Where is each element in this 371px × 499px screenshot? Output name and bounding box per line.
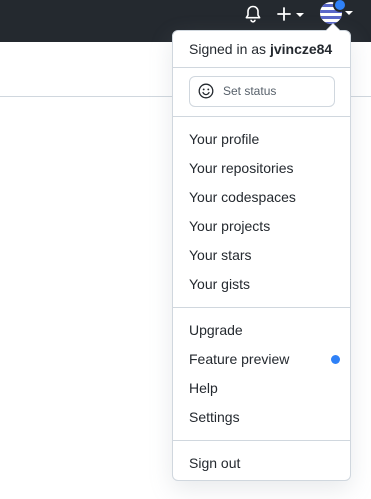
menu-item-label: Settings bbox=[189, 409, 240, 425]
sign-out-label: Sign out bbox=[189, 455, 241, 471]
menu-divider bbox=[173, 440, 350, 441]
username: jvincze84 bbox=[269, 41, 333, 57]
menu-divider bbox=[173, 307, 350, 308]
menu-divider bbox=[173, 67, 350, 68]
menu-item-label: Your stars bbox=[189, 247, 252, 263]
menu-item-label: Your profile bbox=[189, 131, 260, 147]
menu-item-label: Your codespaces bbox=[189, 189, 296, 205]
menu-item-your-repositories[interactable]: Your repositories bbox=[173, 154, 350, 183]
notifications-button[interactable] bbox=[242, 3, 264, 25]
bell-icon bbox=[245, 5, 261, 23]
sign-out-button[interactable]: Sign out bbox=[173, 449, 350, 478]
set-status-button[interactable]: Set status bbox=[189, 76, 335, 107]
menu-item-your-projects[interactable]: Your projects bbox=[173, 212, 350, 241]
menu-item-upgrade[interactable]: Upgrade bbox=[173, 316, 350, 345]
menu-item-settings[interactable]: Settings bbox=[173, 403, 350, 432]
menu-item-your-gists[interactable]: Your gists bbox=[173, 270, 350, 299]
menu-item-feature-preview[interactable]: Feature preview bbox=[173, 345, 350, 374]
menu-item-label: Help bbox=[189, 380, 218, 396]
signed-in-header: Signed in as jvincze84 bbox=[189, 40, 332, 58]
menu-item-label: Your gists bbox=[189, 276, 250, 292]
set-status-label: Set status bbox=[223, 84, 277, 98]
chevron-down-icon bbox=[345, 11, 353, 15]
menu-pointer-inner bbox=[326, 24, 340, 31]
smiley-icon bbox=[198, 83, 214, 99]
user-dropdown-menu: Signed in as jvincze84 Set status Your p… bbox=[172, 23, 351, 481]
menu-item-your-codespaces[interactable]: Your codespaces bbox=[173, 183, 350, 212]
menu-item-help[interactable]: Help bbox=[173, 374, 350, 403]
menu-item-label: Your projects bbox=[189, 218, 271, 234]
menu-item-label: Your repositories bbox=[189, 160, 294, 176]
plus-icon bbox=[277, 7, 291, 21]
new-feature-dot-icon bbox=[331, 355, 340, 364]
menu-item-your-stars[interactable]: Your stars bbox=[173, 241, 350, 270]
create-new-button[interactable] bbox=[276, 3, 306, 25]
menu-item-label: Feature preview bbox=[189, 351, 290, 367]
menu-item-label: Upgrade bbox=[189, 322, 243, 338]
chevron-down-icon bbox=[296, 13, 304, 17]
signed-in-prefix: Signed in as bbox=[189, 41, 267, 57]
menu-divider bbox=[173, 116, 350, 117]
menu-item-your-profile[interactable]: Your profile bbox=[173, 125, 350, 154]
